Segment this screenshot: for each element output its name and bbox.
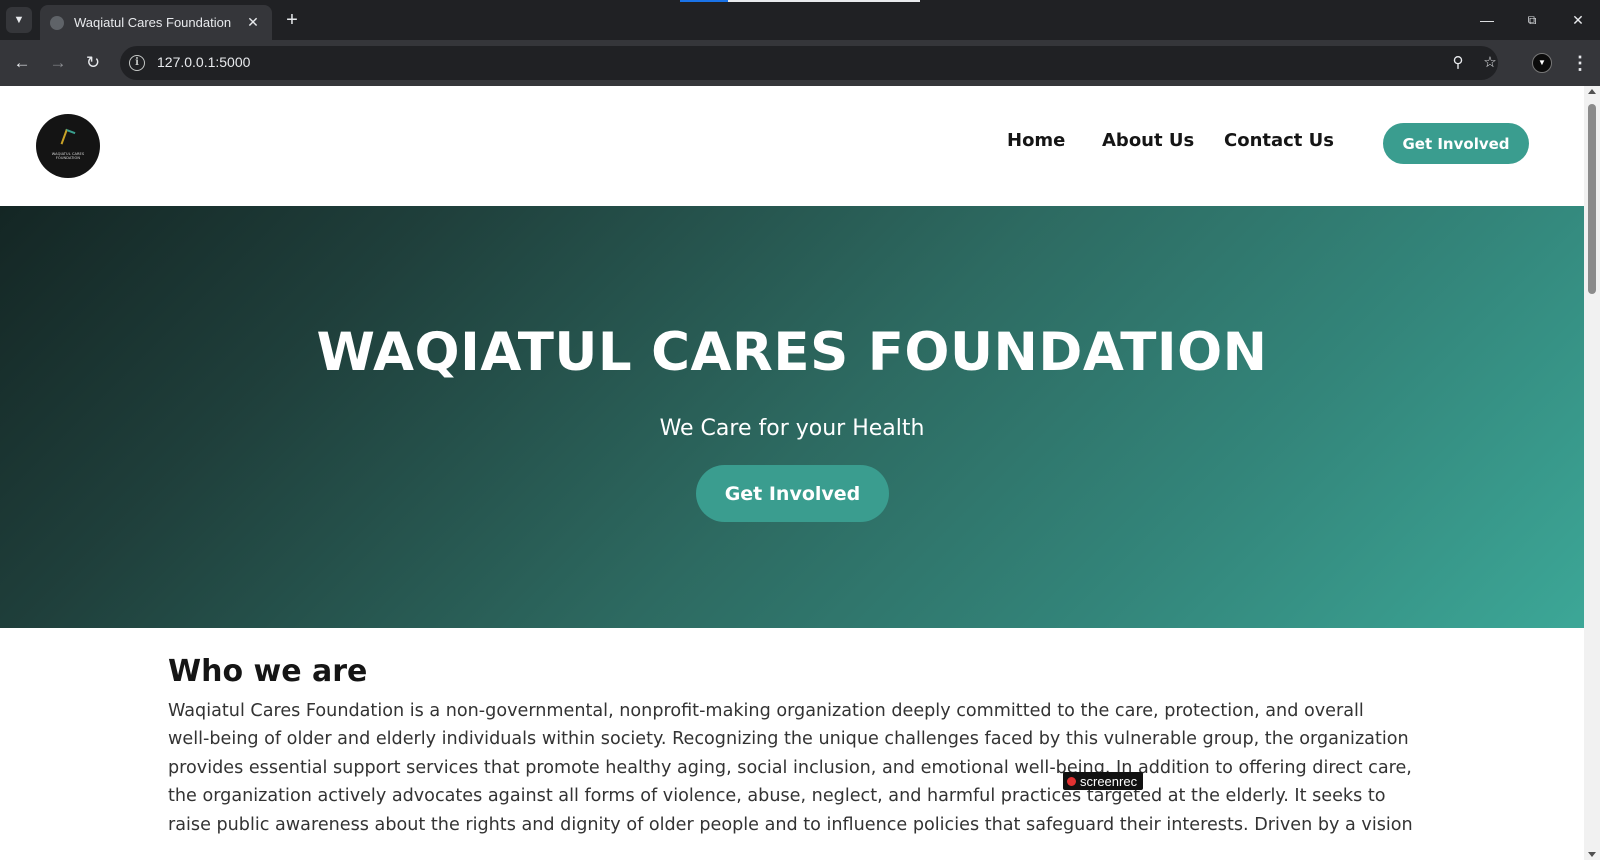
page-scrollbar[interactable] [1584,86,1600,860]
section-heading: Who we are [168,654,368,689]
recorder-label: screenrec [1080,773,1138,789]
paragraph-line: provides essential support services that… [168,757,1412,778]
back-arrow-icon[interactable]: ← [10,51,34,75]
logo-mark [60,128,76,148]
about-paragraph: Waqiatul Cares Foundation is a non-gover… [168,697,1413,839]
nav-about-us[interactable]: About Us [1102,130,1194,151]
screen-recorder-badge: screenrec [1063,772,1144,790]
address-bar[interactable]: i 127.0.0.1:5000 ⚲ ☆ [120,46,1498,80]
info-icon[interactable]: i [129,55,145,71]
site-logo[interactable]: WAQIATUL CARES FOUNDATION [36,114,100,178]
reload-icon[interactable]: ↻ [81,51,105,75]
site-header: WAQIATUL CARES FOUNDATION Home About Us … [0,86,1584,206]
scroll-down-icon[interactable] [1588,852,1596,857]
tab-strip-indicator [680,0,728,2]
scrollbar-thumb[interactable] [1588,104,1596,294]
paragraph-line: the organization actively advocates agai… [168,786,1386,807]
star-icon[interactable]: ☆ [1480,53,1500,73]
globe-icon [50,15,64,30]
scroll-up-icon[interactable] [1588,89,1596,94]
close-icon[interactable]: ✕ [244,14,262,31]
hero-section: WAQIATUL CARES FOUNDATION We Care for yo… [0,206,1584,628]
paragraph-line: Waqiatul Cares Foundation is a non-gover… [168,701,1364,721]
kebab-menu-icon[interactable]: ⋮ [1568,51,1592,75]
plus-icon[interactable]: + [281,9,303,31]
nav-contact-us[interactable]: Contact Us [1224,130,1334,151]
record-dot-icon [1067,776,1076,786]
hero-subtitle: We Care for your Health [659,416,925,441]
browser-tab-active[interactable]: Waqiatul Cares Foundation ✕ [40,5,272,40]
header-get-involved-button[interactable]: Get Involved [1383,123,1529,164]
nav-home[interactable]: Home [1007,130,1065,151]
forward-arrow-icon[interactable]: → [46,51,70,75]
chevron-down-icon[interactable]: ▼ [6,7,32,33]
logo-text: WAQIATUL CARES FOUNDATION [51,152,85,160]
tab-strip-indicator [728,0,920,2]
browser-tab-bar: ▼ Waqiatul Cares Foundation ✕ + — ⧉ ✕ [0,0,1600,40]
hero-get-involved-button[interactable]: Get Involved [696,465,889,522]
page-viewport: WAQIATUL CARES FOUNDATION Home About Us … [0,86,1584,860]
browser-toolbar: ← → ↻ i 127.0.0.1:5000 ⚲ ☆ ▼ ⋮ [0,40,1600,86]
url-text[interactable]: 127.0.0.1:5000 [157,54,250,70]
hero-title: WAQIATUL CARES FOUNDATION [316,322,1268,383]
zoom-icon[interactable]: ⚲ [1448,53,1468,73]
paragraph-line: well-being of older and elderly individu… [168,729,1409,750]
tab-title: Waqiatul Cares Foundation [74,15,232,30]
restore-icon[interactable]: ⧉ [1517,8,1547,32]
who-we-are-section: Who we are Waqiatul Cares Foundation is … [168,654,1413,839]
profile-avatar[interactable]: ▼ [1532,53,1552,73]
minimize-icon[interactable]: — [1472,8,1502,32]
paragraph-line: raise public awareness about the rights … [168,814,1413,835]
window-close-icon[interactable]: ✕ [1563,8,1593,32]
